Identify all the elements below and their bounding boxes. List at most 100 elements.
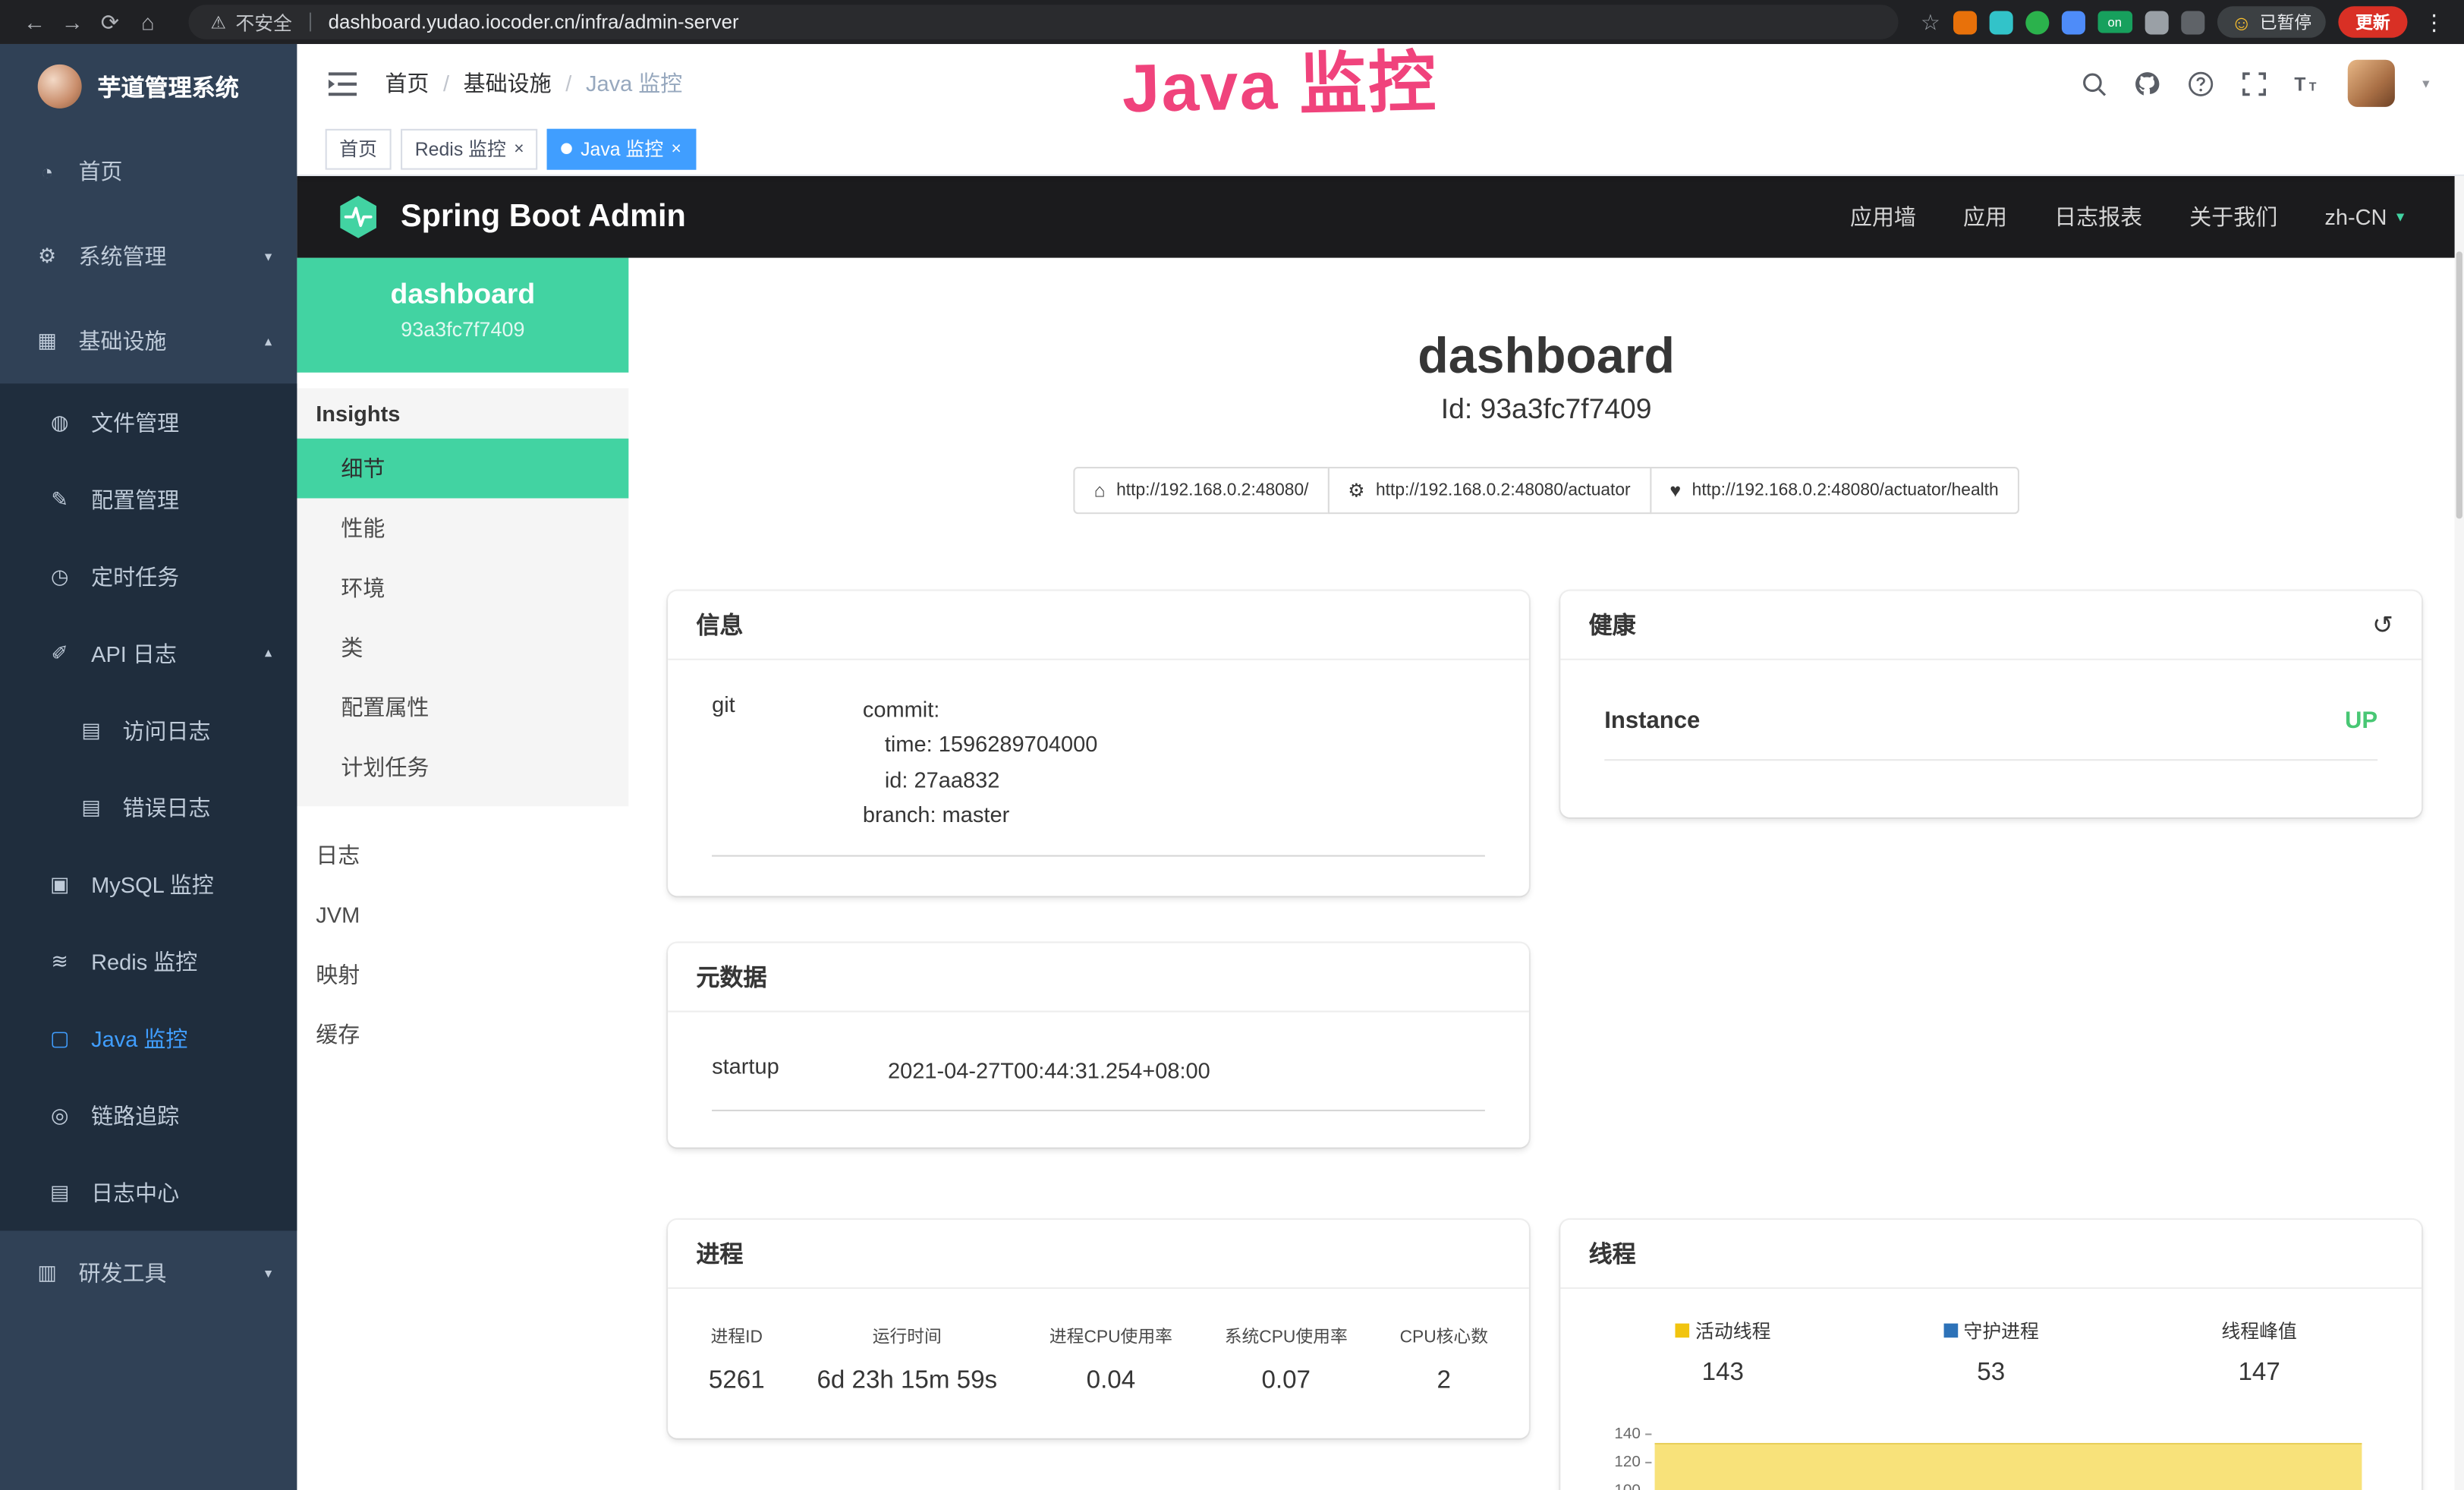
link-label: http://192.168.0.2:48080/ xyxy=(1116,481,1308,500)
legend-daemon-threads[interactable]: 守护进程 53 xyxy=(1857,1317,2125,1388)
url-text[interactable]: dashboard.yudao.iocoder.cn/infra/admin-s… xyxy=(329,11,739,33)
sidebar-item-home[interactable]: ◔ 首页 xyxy=(0,129,297,214)
pencil-icon: ✐ xyxy=(47,641,72,666)
threads-card-header: 线程 xyxy=(1560,1220,2422,1289)
tab-java-monitor[interactable]: Java 监控 × xyxy=(548,128,696,169)
sidebar-item-access-logs[interactable]: ▤ 访问日志 xyxy=(0,691,297,768)
help-icon[interactable] xyxy=(2189,70,2215,96)
sba-menu-loggers[interactable]: 日志 xyxy=(297,825,628,885)
left-column: 信息 git commit: time: 1596289704000 id: 2… xyxy=(668,591,1529,1438)
sba-menu-mappings[interactable]: 映射 xyxy=(297,945,628,1005)
info-card-header: 信息 xyxy=(668,591,1529,660)
infrastructure-submenu: ◍ 文件管理 ✎ 配置管理 ◷ 定时任务 ✐ API 日志 ▴ ▤ 访问日志 ▤ xyxy=(0,383,297,1230)
pin-extension-icon[interactable] xyxy=(1989,10,2012,33)
breadcrumb-home[interactable]: 首页 xyxy=(385,68,429,99)
process-metrics-row: 进程ID 5261 运行时间 6d 23h 15m 59s 进程CPU使用率 0… xyxy=(709,1324,1488,1396)
sidebar-item-infrastructure[interactable]: ▦ 基础设施 ▴ xyxy=(0,298,297,383)
sidebar-item-redis-monitor[interactable]: ≋ Redis 监控 xyxy=(0,923,297,1000)
sba-nav-journal[interactable]: 日志报表 xyxy=(2054,201,2142,232)
axis-tick-label: 100 xyxy=(1614,1482,1641,1490)
health-url-link[interactable]: ♥ http://192.168.0.2:48080/actuator/heal… xyxy=(1649,467,2019,514)
sidebar-item-error-logs[interactable]: ▤ 错误日志 xyxy=(0,769,297,846)
fullscreen-icon[interactable] xyxy=(2242,70,2268,96)
sba-menu-jvm[interactable]: JVM xyxy=(297,885,628,945)
instance-header[interactable]: dashboard 93a3fc7f7409 xyxy=(297,258,628,373)
sidebar-item-log-center[interactable]: ▤ 日志中心 xyxy=(0,1154,297,1230)
sidebar-item-label: 配置管理 xyxy=(91,484,179,515)
threads-card: 线程 活动线程 143 xyxy=(1560,1220,2422,1490)
sidebar-item-java-monitor[interactable]: ▢ Java 监控 xyxy=(0,1000,297,1076)
history-icon[interactable]: ↺ xyxy=(2372,609,2393,640)
sidebar-item-label: MySQL 监控 xyxy=(91,868,214,899)
sidebar-item-config-management[interactable]: ✎ 配置管理 xyxy=(0,461,297,537)
bookmark-star-icon[interactable]: ☆ xyxy=(1921,8,1940,35)
eye-icon: ◎ xyxy=(47,1103,72,1128)
leaf-extension-icon[interactable] xyxy=(2145,10,2168,33)
document-icon: ▤ xyxy=(47,1180,72,1205)
breadcrumb-separator: / xyxy=(443,71,449,96)
sba-brand[interactable]: Spring Boot Admin xyxy=(401,199,686,235)
actuator-url-link[interactable]: ⚙ http://192.168.0.2:48080/actuator xyxy=(1327,467,1651,514)
close-icon[interactable]: × xyxy=(672,139,681,158)
hamburger-icon[interactable] xyxy=(329,71,357,95)
metric-cpu-cores: CPU核心数 2 xyxy=(1400,1324,1488,1396)
sidebar-item-dev-tools[interactable]: ▥ 研发工具 ▾ xyxy=(0,1230,297,1315)
sba-nav-about[interactable]: 关于我们 xyxy=(2189,201,2277,232)
sba-menu-classes[interactable]: 类 xyxy=(297,618,628,678)
scrollbar-thumb[interactable] xyxy=(2456,251,2462,518)
legend-label: 线程峰值 xyxy=(2221,1317,2296,1344)
sba-nav-applications[interactable]: 应用 xyxy=(1963,201,2007,232)
address-bar[interactable]: ⚠ 不安全 dashboard.yudao.iocoder.cn/infra/a… xyxy=(188,5,1898,39)
chevron-up-icon: ▴ xyxy=(265,332,272,350)
avatar[interactable] xyxy=(2349,60,2396,107)
startup-value: 2021-04-27T00:44:31.254+08:00 xyxy=(888,1053,1210,1088)
legend-peak-threads: 线程峰值 147 xyxy=(2125,1317,2393,1388)
fox-extension-icon[interactable] xyxy=(1953,10,1976,33)
tab-home[interactable]: 首页 xyxy=(326,128,392,169)
process-card: 进程 进程ID 5261 运行时间 6d 23h 15m 59s 进程C xyxy=(668,1220,1529,1438)
app-logo[interactable]: 芋道管理系统 xyxy=(0,44,297,129)
instance-health-row[interactable]: Instance UP xyxy=(1604,707,2377,761)
on-badge-extension-icon[interactable]: on xyxy=(2097,11,2132,33)
language-selector[interactable]: zh-CN ▾ xyxy=(2324,204,2404,229)
search-icon[interactable] xyxy=(2082,70,2108,96)
sba-menu-caches[interactable]: 缓存 xyxy=(297,1004,628,1064)
user-caret-icon[interactable]: ▾ xyxy=(2422,74,2429,92)
sidebar-item-system-management[interactable]: ⚙ 系统管理 ▾ xyxy=(0,214,297,299)
spring-boot-admin-logo-icon[interactable] xyxy=(335,194,382,241)
font-size-icon[interactable]: T T xyxy=(2295,70,2321,96)
sidebar-item-scheduled-tasks[interactable]: ◷ 定时任务 xyxy=(0,537,297,614)
legend-live-threads[interactable]: 活动线程 143 xyxy=(1589,1317,1857,1388)
sidebar-item-mysql-monitor[interactable]: ▣ MySQL 监控 xyxy=(0,846,297,922)
breadcrumb-infrastructure[interactable]: 基础设施 xyxy=(464,68,552,99)
service-url-link[interactable]: ⌂ http://192.168.0.2:48080/ xyxy=(1074,467,1330,514)
sba-nav-wallboard[interactable]: 应用墙 xyxy=(1850,201,1916,232)
sba-menu-config-properties[interactable]: 配置属性 xyxy=(297,678,628,738)
sidebar-item-trace[interactable]: ◎ 链路追踪 xyxy=(0,1076,297,1153)
green-circle-extension-icon[interactable] xyxy=(2025,10,2049,33)
github-icon[interactable] xyxy=(2135,70,2161,96)
sidebar-item-api-logs[interactable]: ✐ API 日志 ▴ xyxy=(0,615,297,691)
browser-forward-icon[interactable]: → xyxy=(53,3,91,41)
grid-extension-icon[interactable] xyxy=(2061,10,2085,33)
browser-back-icon[interactable]: ← xyxy=(16,3,54,41)
browser-menu-icon[interactable]: ⋮ xyxy=(2420,8,2448,35)
sba-menu-details[interactable]: 细节 xyxy=(297,439,628,499)
sba-menu-environment[interactable]: 环境 xyxy=(297,558,628,618)
browser-actions: ☆ on ☺ 已暂停 更新 ⋮ xyxy=(1921,6,2448,37)
paused-profile-badge[interactable]: ☺ 已暂停 xyxy=(2217,6,2325,37)
instance-links: ⌂ http://192.168.0.2:48080/ ⚙ http://192… xyxy=(628,467,2464,514)
sba-menu-metrics[interactable]: 性能 xyxy=(297,498,628,558)
tab-redis-monitor[interactable]: Redis 监控 × xyxy=(401,128,538,169)
close-icon[interactable]: × xyxy=(514,139,524,158)
health-card: 健康 ↺ Instance UP xyxy=(1560,591,2422,817)
browser-reload-icon[interactable]: ⟳ xyxy=(91,3,129,41)
breadcrumb: 首页 / 基础设施 / Java 监控 xyxy=(385,68,682,99)
language-label: zh-CN xyxy=(2324,204,2387,229)
database-icon: ≋ xyxy=(47,949,72,974)
update-button[interactable]: 更新 xyxy=(2338,6,2407,37)
puzzle-extension-icon[interactable] xyxy=(2181,10,2204,33)
sidebar-item-file-management[interactable]: ◍ 文件管理 xyxy=(0,383,297,460)
sba-menu-scheduled-tasks[interactable]: 计划任务 xyxy=(297,737,628,797)
browser-home-icon[interactable]: ⌂ xyxy=(129,3,167,41)
